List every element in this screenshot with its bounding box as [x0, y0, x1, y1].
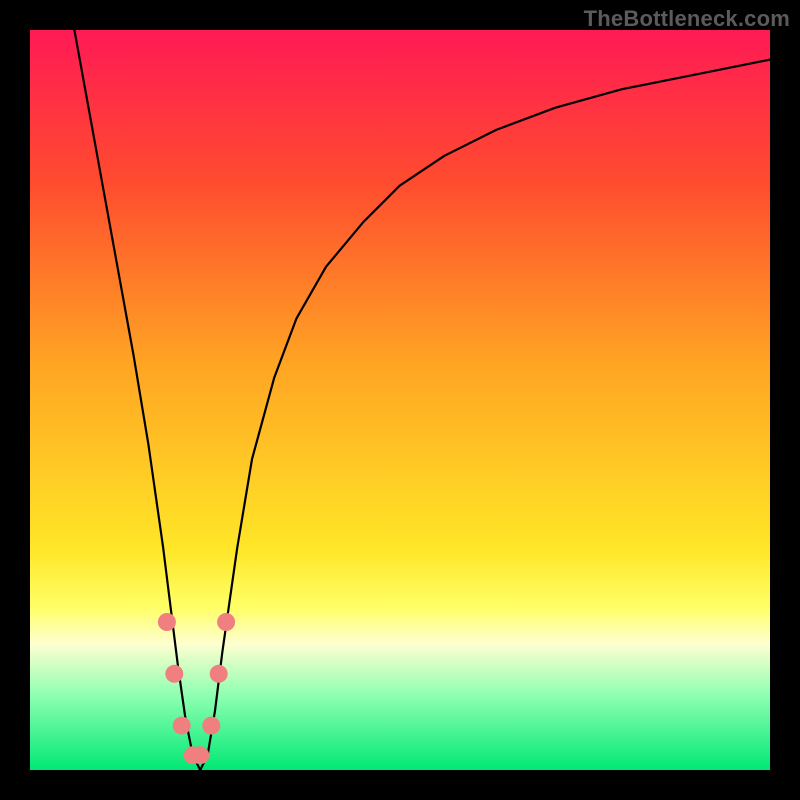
valley-marker — [217, 613, 235, 631]
valley-marker — [191, 746, 209, 764]
valley-marker — [202, 717, 220, 735]
bottleneck-chart — [30, 30, 770, 770]
valley-marker — [165, 665, 183, 683]
valley-marker — [210, 665, 228, 683]
valley-marker — [158, 613, 176, 631]
watermark-text: TheBottleneck.com — [584, 6, 790, 32]
valley-marker — [173, 717, 191, 735]
chart-frame: TheBottleneck.com — [0, 0, 800, 800]
